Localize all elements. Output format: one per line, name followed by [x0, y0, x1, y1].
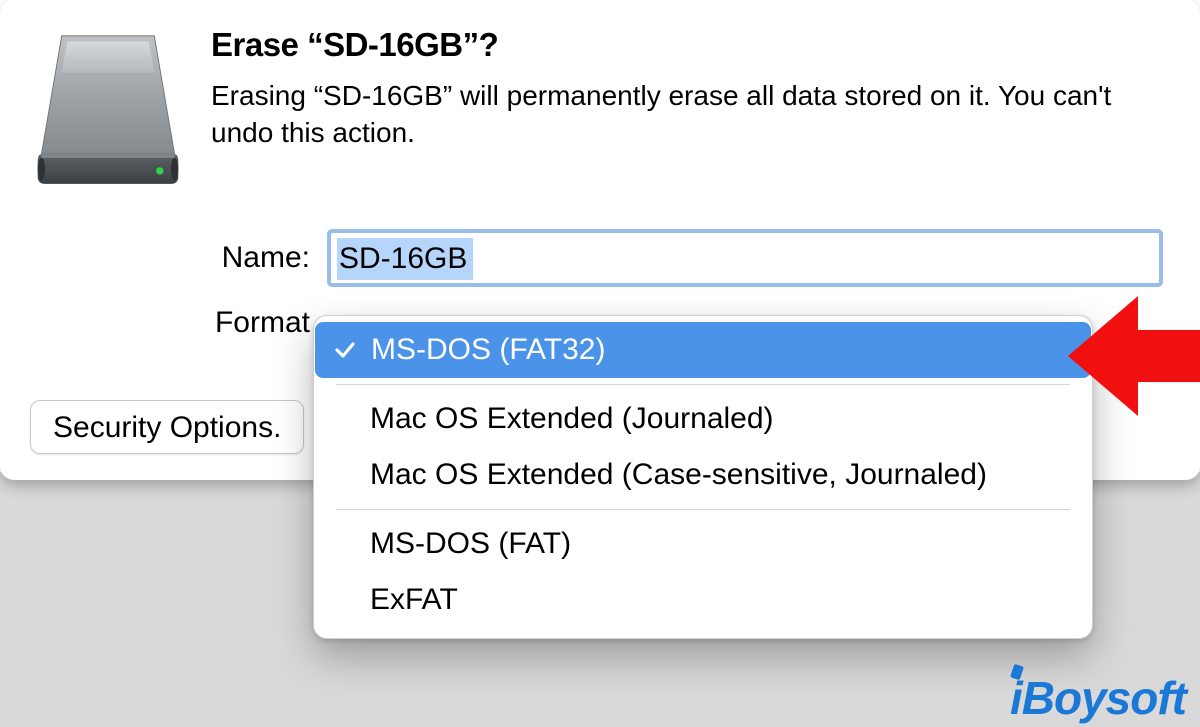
format-label: Format [30, 306, 330, 340]
check-icon [333, 338, 357, 362]
watermark: iBoysoft [1010, 671, 1186, 725]
annotation-arrow-icon [1068, 296, 1200, 416]
dialog-title: Erase “SD-16GB”? [211, 26, 1160, 64]
name-label: Name: [30, 241, 330, 275]
format-dropdown[interactable]: MS-DOS (FAT32) Mac OS Extended (Journale… [313, 315, 1093, 639]
name-row: Name: SD-16GB [30, 232, 1160, 284]
format-option-label: Mac OS Extended (Case-sensitive, Journal… [370, 458, 987, 491]
format-option-exfat[interactable]: ExFAT [314, 572, 1092, 628]
external-drive-icon [30, 24, 185, 194]
security-options-button[interactable]: Security Options. [30, 400, 304, 454]
format-option-label: ExFAT [370, 583, 458, 616]
watermark-text: iBoysoft [1010, 672, 1186, 724]
format-option-macos-case-journaled[interactable]: Mac OS Extended (Case-sensitive, Journal… [314, 447, 1092, 503]
format-option-label: MS-DOS (FAT) [370, 527, 571, 560]
format-option-label: MS-DOS (FAT32) [371, 333, 605, 366]
format-option-msdos-fat[interactable]: MS-DOS (FAT) [314, 516, 1092, 572]
name-input-value: SD-16GB [337, 238, 473, 280]
format-option-label: Mac OS Extended (Journaled) [370, 402, 774, 435]
dialog-header: Erase “SD-16GB”? Erasing “SD-16GB” will … [30, 24, 1160, 194]
dialog-description: Erasing “SD-16GB” will permanently erase… [211, 78, 1141, 152]
format-option-macos-journaled[interactable]: Mac OS Extended (Journaled) [314, 391, 1092, 447]
format-option-msdos-fat32[interactable]: MS-DOS (FAT32) [315, 322, 1091, 378]
dropdown-separator [336, 509, 1070, 510]
security-options-label: Security Options. [53, 411, 281, 444]
dropdown-separator [336, 384, 1070, 385]
name-input[interactable]: SD-16GB [330, 232, 1160, 284]
